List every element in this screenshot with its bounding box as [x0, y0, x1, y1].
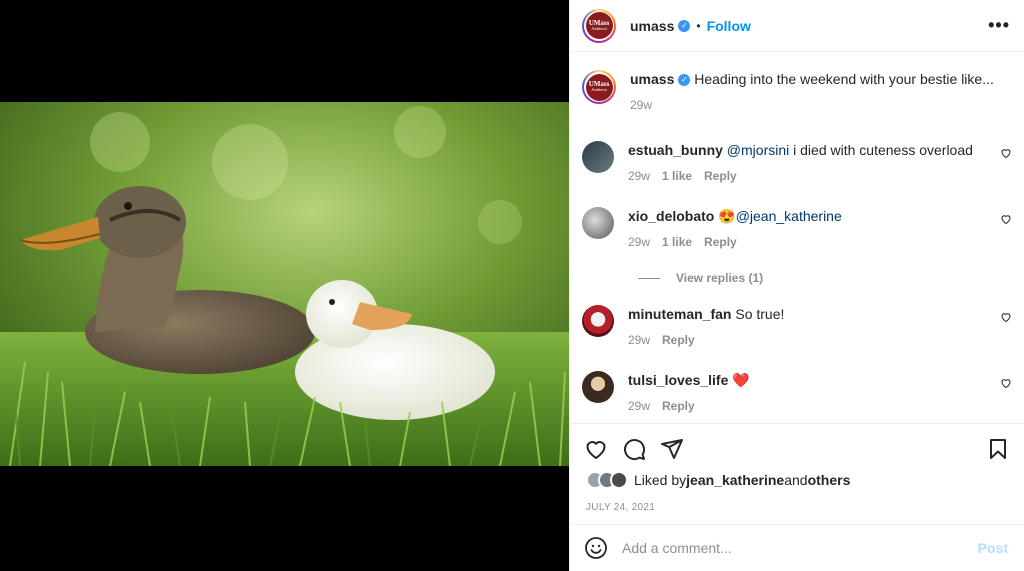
comment-age[interactable]: 29w [628, 169, 650, 183]
separator-dot: • [696, 18, 701, 33]
liked-by-user[interactable]: jean_katherine [686, 472, 784, 488]
view-replies-button[interactable]: View replies (1) [638, 271, 763, 285]
comment-text: ❤️ [732, 372, 750, 388]
instagram-post: UMass Amherst umass ✓ • Follow ••• UMass… [0, 0, 1024, 571]
comment-text: i died with cuteness overload [789, 142, 973, 158]
post-photo[interactable] [0, 102, 569, 466]
author-username[interactable]: umass [630, 18, 674, 34]
post-panel: UMass Amherst umass ✓ • Follow ••• UMass… [569, 0, 1024, 571]
caption-avatar[interactable]: UMass Amherst [582, 70, 616, 104]
umass-logo: UMass Amherst [585, 12, 613, 39]
media-area [0, 0, 569, 571]
logo-subtext: Amherst [591, 25, 607, 31]
likes-prefix: Liked by [634, 472, 687, 488]
comment-username[interactable]: xio_delobato [628, 208, 714, 224]
bookmark-icon[interactable] [986, 437, 1010, 461]
add-comment-bar: Post [570, 524, 1024, 571]
comments-list: UMass Amherst umass ✓ Heading into the we… [570, 53, 1024, 423]
heart-icon[interactable] [1000, 147, 1012, 159]
commenter-avatar[interactable] [582, 305, 614, 337]
reply-button[interactable]: Reply [662, 333, 695, 347]
likes-middle: and [784, 472, 808, 488]
reply-button[interactable]: Reply [704, 235, 737, 249]
post-button[interactable]: Post [978, 540, 1008, 556]
caption-username[interactable]: umass [630, 71, 674, 87]
comment-row: minuteman_fan So true! 29w Reply [582, 305, 1012, 347]
reply-button[interactable]: Reply [662, 399, 695, 413]
comment-emoji: 😍 [718, 208, 736, 224]
likes-summary[interactable]: Liked by jean_katherine and others [586, 471, 850, 489]
caption-text: Heading into the weekend with your besti… [694, 71, 994, 87]
comment-mention[interactable]: @mjorsini [727, 142, 789, 158]
caption-age[interactable]: 29w [630, 98, 652, 112]
comment-username[interactable]: minuteman_fan [628, 306, 731, 322]
comment-username[interactable]: estuah_bunny [628, 142, 723, 158]
share-icon[interactable] [660, 437, 684, 461]
heart-icon[interactable] [584, 437, 608, 461]
liker-avatars [586, 471, 628, 489]
comment-username[interactable]: tulsi_loves_life [628, 372, 728, 388]
view-replies-label: View replies (1) [676, 271, 764, 285]
author-avatar[interactable]: UMass Amherst [582, 8, 616, 43]
commenter-avatar[interactable] [582, 207, 614, 239]
verified-icon: ✓ [678, 74, 691, 87]
comment-text: So true! [735, 306, 785, 322]
heart-icon[interactable] [1000, 213, 1012, 225]
comment-icon[interactable] [622, 437, 646, 461]
emoji-icon[interactable] [584, 536, 608, 560]
comment-row: xio_delobato 😍@jean_katherine 29w 1 like… [582, 207, 1012, 249]
commenter-avatar[interactable] [582, 141, 614, 173]
follow-button[interactable]: Follow [707, 18, 751, 34]
heart-icon[interactable] [1000, 311, 1012, 323]
likes-others[interactable]: others [808, 472, 851, 488]
comment-age[interactable]: 29w [628, 399, 650, 413]
caption-row: UMass Amherst umass ✓ Heading into the we… [582, 70, 1012, 112]
post-header: UMass Amherst umass ✓ • Follow ••• [570, 0, 1024, 52]
comment-row: tulsi_loves_life ❤️ 29w Reply [582, 371, 1012, 413]
comment-row: estuah_bunny @mjorsini i died with cuten… [582, 141, 1012, 183]
action-bar [570, 423, 1024, 473]
comment-age[interactable]: 29w [628, 235, 650, 249]
comment-mention[interactable]: @jean_katherine [736, 208, 842, 224]
umass-logo: UMass Amherst [585, 73, 613, 101]
comment-likes[interactable]: 1 like [662, 169, 692, 183]
commenter-avatar[interactable] [582, 371, 614, 403]
comment-input[interactable] [622, 540, 978, 556]
liker-avatar [610, 471, 628, 489]
replies-divider [638, 277, 660, 279]
verified-icon: ✓ [678, 19, 691, 32]
comment-likes[interactable]: 1 like [662, 235, 692, 249]
heart-icon[interactable] [1000, 377, 1012, 389]
reply-button[interactable]: Reply [704, 169, 737, 183]
post-date[interactable]: JULY 24, 2021 [586, 502, 655, 513]
more-icon[interactable]: ••• [988, 15, 1010, 36]
comment-age[interactable]: 29w [628, 333, 650, 347]
